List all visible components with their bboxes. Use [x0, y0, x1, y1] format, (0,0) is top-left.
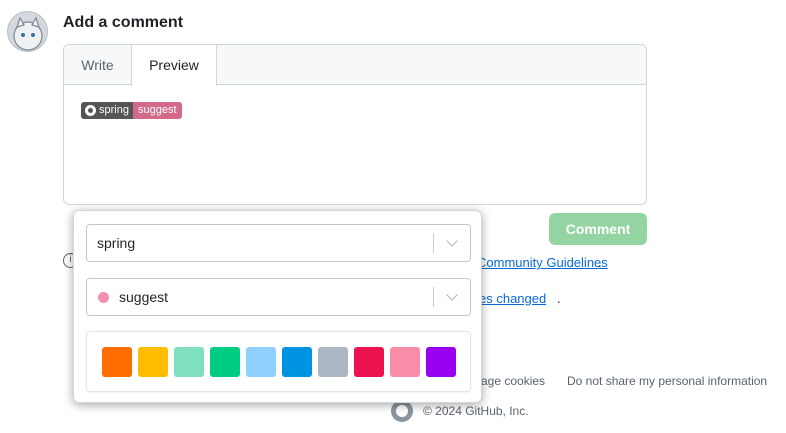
community-guidelines-link[interactable]: Community Guidelines [477, 255, 608, 270]
color-swatch[interactable] [138, 347, 168, 377]
add-comment-title: Add a comment [63, 14, 184, 31]
manage-cookies-link[interactable]: age cookies [481, 374, 545, 388]
badge-left-label: spring [99, 104, 129, 116]
color-swatch[interactable] [210, 347, 240, 377]
badge-left: spring [81, 102, 133, 119]
chevron-down-icon[interactable] [446, 235, 458, 247]
color-swatch[interactable] [318, 347, 348, 377]
guidelines-suffix: . [598, 255, 602, 270]
color-swatch[interactable] [282, 347, 312, 377]
changes-suffix: . [557, 291, 561, 306]
label-select-value: suggest [119, 289, 169, 305]
color-swatch[interactable] [174, 347, 204, 377]
select-separator [433, 233, 434, 253]
chevron-down-icon[interactable] [446, 289, 458, 301]
color-swatch[interactable] [426, 347, 456, 377]
badge-right-label: suggest [132, 102, 182, 119]
github-logo-icon[interactable] [391, 400, 413, 422]
color-swatch[interactable] [390, 347, 420, 377]
spring-leaf-icon [85, 105, 96, 116]
copyright-text: © 2024 GitHub, Inc. [423, 404, 529, 418]
label-color-dot [98, 292, 109, 303]
spring-suggest-badge: spring suggest [81, 102, 182, 119]
tab-preview[interactable]: Preview [131, 45, 217, 86]
color-swatch[interactable] [102, 347, 132, 377]
select-separator [433, 287, 434, 307]
project-select[interactable]: spring [86, 224, 471, 262]
label-picker-popup: spring suggest [73, 210, 482, 403]
color-swatch[interactable] [246, 347, 276, 377]
changes-link[interactable]: es changed [479, 291, 546, 306]
tab-write[interactable]: Write [64, 45, 131, 85]
label-select[interactable]: suggest [86, 278, 471, 316]
do-not-share-link[interactable]: Do not share my personal information [567, 374, 767, 388]
editor-tabbar: Write Preview [64, 45, 646, 86]
user-avatar[interactable] [7, 11, 48, 52]
project-select-value: spring [97, 235, 136, 251]
cat-avatar-icon [13, 16, 43, 51]
color-palette [86, 331, 471, 392]
color-swatch[interactable] [354, 347, 384, 377]
comment-button[interactable]: Comment [549, 213, 647, 245]
comment-editor: Write Preview spring suggest [63, 44, 647, 205]
